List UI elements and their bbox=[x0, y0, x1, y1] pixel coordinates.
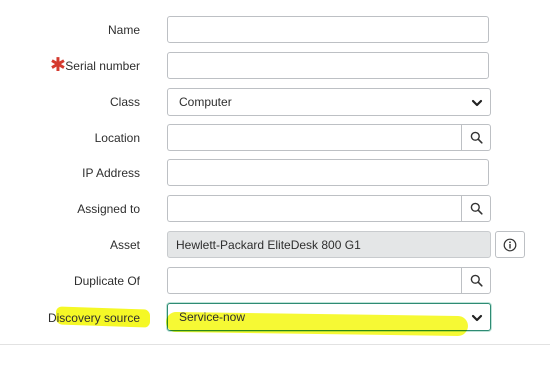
location-lookup-button[interactable] bbox=[461, 124, 491, 151]
search-icon bbox=[470, 131, 483, 144]
search-icon bbox=[470, 202, 483, 215]
asset-label: Asset bbox=[109, 238, 140, 252]
name-input[interactable] bbox=[167, 16, 489, 43]
assigned-to-input[interactable] bbox=[167, 195, 461, 222]
assigned-to-lookup-button[interactable] bbox=[461, 195, 491, 222]
asset-value: Hewlett-Packard EliteDesk 800 G1 bbox=[176, 237, 361, 252]
class-label: Class bbox=[109, 95, 140, 109]
assigned-to-label: Assigned to bbox=[77, 202, 140, 216]
duplicate-of-lookup-button[interactable] bbox=[461, 267, 491, 294]
name-label: Name bbox=[107, 23, 140, 37]
serial-number-label: Serial number bbox=[65, 59, 140, 73]
asset-info-button[interactable] bbox=[495, 231, 525, 258]
location-label: Location bbox=[94, 131, 140, 145]
asset-readonly-field: Hewlett-Packard EliteDesk 800 G1 bbox=[167, 231, 491, 258]
search-icon bbox=[470, 274, 483, 287]
duplicate-of-label: Duplicate Of bbox=[73, 274, 140, 288]
ip-address-input[interactable] bbox=[167, 159, 489, 186]
discovery-source-value: Service-now bbox=[179, 310, 246, 324]
info-icon bbox=[503, 238, 517, 251]
duplicate-of-input[interactable] bbox=[167, 267, 461, 294]
chevron-down-icon bbox=[471, 99, 483, 107]
class-select-value: Computer bbox=[179, 95, 232, 109]
class-select[interactable]: Computer bbox=[167, 88, 491, 116]
serial-number-input[interactable] bbox=[167, 52, 489, 79]
location-input[interactable] bbox=[167, 124, 461, 151]
chevron-down-icon bbox=[471, 314, 483, 322]
form-divider bbox=[0, 344, 550, 345]
ip-address-label: IP Address bbox=[82, 166, 140, 180]
discovery-source-label: Discovery source bbox=[47, 311, 140, 325]
